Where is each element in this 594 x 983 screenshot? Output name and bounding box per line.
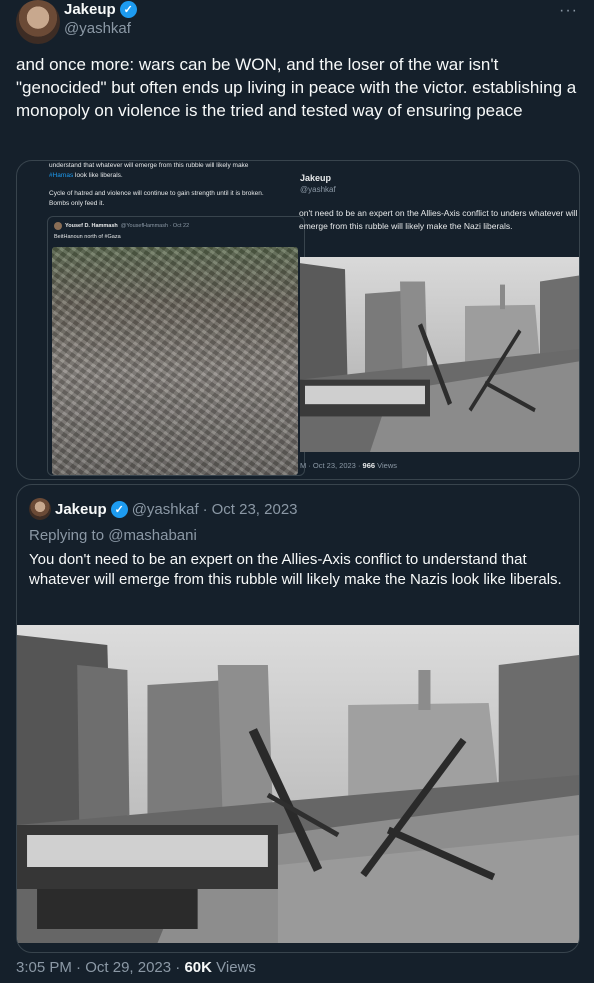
embedded-quote-card: Yousef D. Hammash @YousefHammash · Oct 2…: [47, 216, 305, 476]
embedded-text-line: Cycle of hatred and violence will contin…: [49, 190, 264, 197]
embedded-author-handle: @yashkaf: [300, 185, 336, 194]
quoted-handle: @yashkaf: [131, 500, 199, 518]
media-image-right[interactable]: Jakeup @yashkaf on't need to be an exper…: [297, 161, 579, 479]
tweet-media[interactable]: understand that whatever will emerge fro…: [16, 160, 580, 480]
replying-to: Replying to @mashabani: [29, 527, 197, 544]
embedded-tweet-text: on't need to be an expert on the Allies-…: [299, 208, 578, 231]
verified-badge-icon: ✓: [110, 500, 128, 518]
avatar[interactable]: [16, 0, 60, 44]
embedded-quote-text: BeitHanoun north of #Gaza: [54, 234, 121, 240]
views-count: 60K: [184, 959, 212, 976]
embedded-tweet-meta: M · Oct 23, 2023 · 966 Views: [300, 461, 397, 470]
embedded-text-line: #Hamas look like liberals.: [49, 172, 123, 180]
ruined-city-photo-small: [300, 257, 579, 452]
separator-dot: ·: [76, 959, 86, 976]
quoted-tweet[interactable]: Jakeup ✓ @yashkaf · Oct 23, 2023 Replyin…: [16, 484, 580, 953]
tweet-text: and once more: wars can be WON, and the …: [16, 55, 577, 120]
verified-badge-icon[interactable]: ✓: [119, 1, 137, 18]
tweet-meta: 3:05 PM · Oct 29, 2023 · 60K Views: [16, 959, 256, 976]
tweet-header: Jakeup ✓ @yashkaf ···: [16, 0, 578, 48]
author-handle[interactable]: @yashkaf: [64, 20, 131, 37]
quoted-display-name: Jakeup: [55, 500, 107, 518]
embedded-meta-date: M · Oct 23, 2023 ·: [300, 461, 363, 470]
separator-dot: ·: [202, 500, 208, 518]
aerial-rubble-photo: [52, 247, 298, 475]
author-display-name[interactable]: Jakeup: [64, 1, 116, 18]
tweet-date[interactable]: Oct 29, 2023: [85, 959, 171, 976]
quoted-tweet-header: Jakeup ✓ @yashkaf · Oct 23, 2023: [29, 498, 298, 520]
embedded-avatar: [54, 222, 62, 230]
embedded-author-name: Jakeup: [300, 173, 332, 183]
quoted-tweet-text: You don't need to be an expert on the Al…: [29, 551, 562, 588]
quoted-avatar: [29, 498, 51, 520]
embedded-author-name: Yousef D. Hammash: [65, 223, 118, 229]
embedded-text-rest: look like liberals.: [73, 172, 123, 179]
more-options-icon[interactable]: ···: [559, 2, 578, 20]
embedded-author-handle: @YousefHammash · Oct 22: [120, 223, 190, 229]
embedded-views-count: 966: [362, 461, 376, 470]
tweet-time[interactable]: 3:05 PM: [16, 959, 72, 976]
author-name-row: Jakeup ✓: [64, 1, 137, 18]
views-label: Views: [216, 959, 256, 976]
embedded-views-label: Views: [375, 461, 398, 470]
embedded-quote-header: Yousef D. Hammash @YousefHammash · Oct 2…: [54, 222, 189, 230]
ruined-city-photo[interactable]: [17, 625, 579, 943]
quoted-date: Oct 23, 2023: [211, 500, 298, 518]
embedded-text-line: understand that whatever will emerge fro…: [49, 162, 249, 169]
media-image-left[interactable]: understand that whatever will emerge fro…: [47, 161, 307, 479]
embedded-text-line: Bombs only feed it.: [49, 200, 105, 207]
embedded-hashtag: #Hamas: [49, 172, 74, 179]
